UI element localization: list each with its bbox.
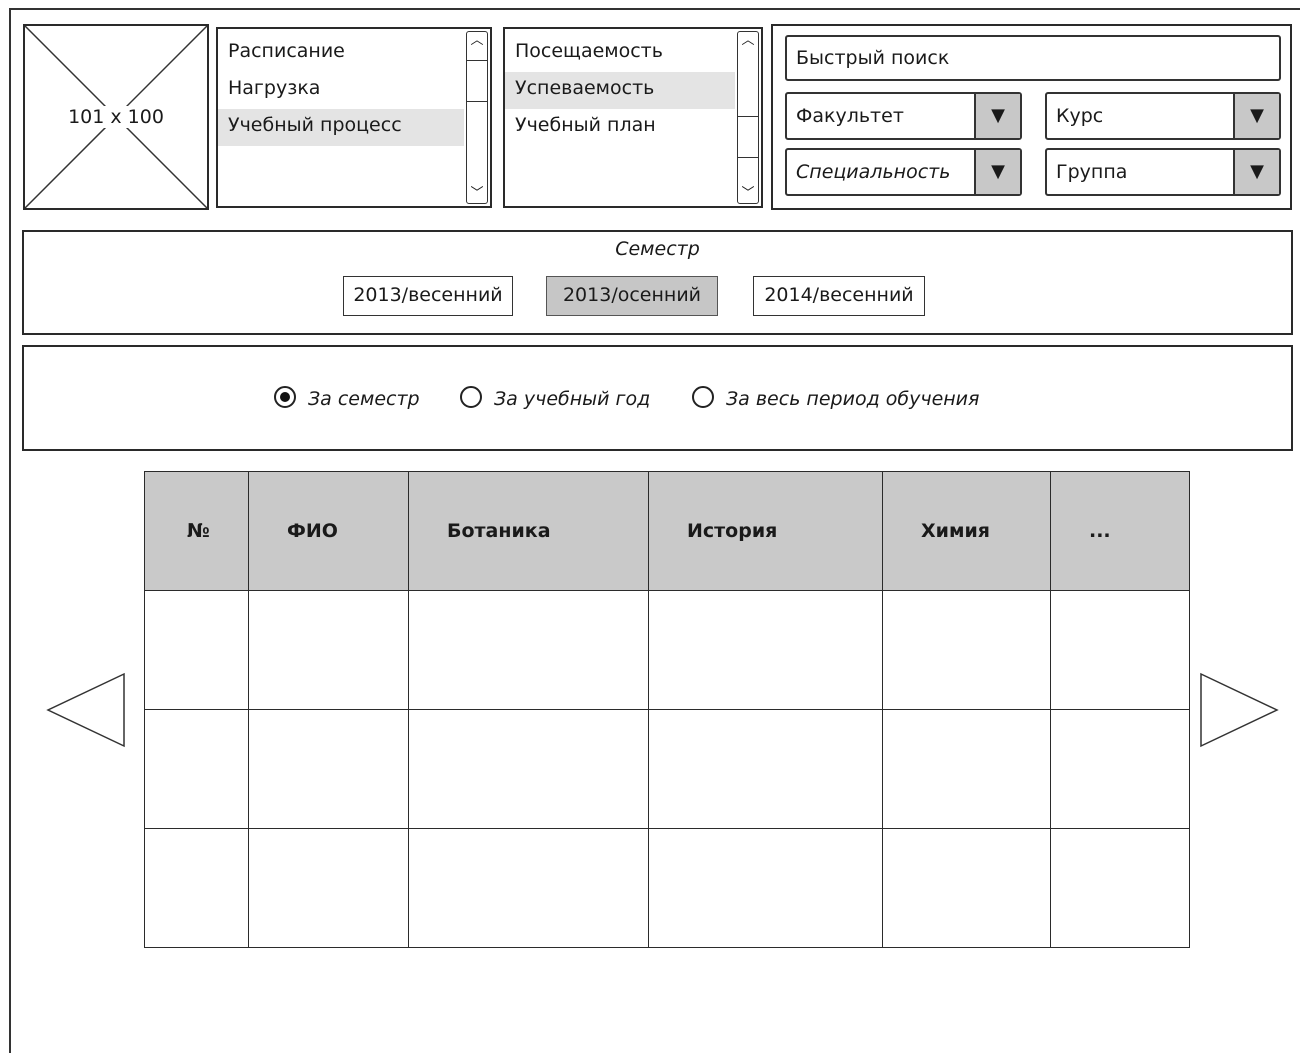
scroll-thumb[interactable] (466, 60, 488, 102)
semester-button-2014-spring[interactable]: 2014/весенний (753, 276, 925, 316)
next-arrow-icon[interactable] (1197, 670, 1281, 750)
grades-table: № ФИО Ботаника История Химия ... (144, 471, 1190, 948)
previous-arrow-icon[interactable] (44, 670, 128, 750)
main-menu-item-load[interactable]: Нагрузка (218, 72, 464, 109)
semester-button-2013-autumn[interactable]: 2013/осенний (546, 276, 718, 316)
period-panel: За семестр За учебный год За весь период… (22, 345, 1293, 451)
column-header-history[interactable]: История (648, 471, 883, 591)
scroll-down-icon[interactable]: ﹀ (467, 187, 487, 201)
sub-menu-list[interactable]: Посещаемость Успеваемость Учебный план ︿… (503, 27, 763, 208)
period-radio-label: За весь период обучения (726, 388, 980, 410)
filter-panel: Быстрый поиск Факультет ▼ Курс ▼ Специал… (771, 24, 1292, 210)
scroll-up-icon[interactable]: ︿ (738, 34, 758, 48)
scroll-down-icon[interactable]: ﹀ (738, 187, 758, 201)
column-header-chemistry[interactable]: Химия (882, 471, 1051, 591)
column-header-name[interactable]: ФИО (248, 471, 409, 591)
table-row (144, 828, 1190, 948)
main-menu-list[interactable]: Расписание Нагрузка Учебный процесс ︿ ﹀ (216, 27, 492, 208)
chevron-down-icon[interactable]: ▼ (974, 150, 1020, 194)
column-header-botany[interactable]: Ботаника (408, 471, 649, 591)
table-row (144, 709, 1190, 829)
scroll-up-icon[interactable]: ︿ (467, 34, 487, 48)
quick-search-input[interactable]: Быстрый поиск (785, 35, 1281, 81)
specialty-select-label: Специальность (796, 161, 951, 183)
radio-checked-icon[interactable] (274, 386, 296, 408)
semester-panel: Семестр 2013/весенний 2013/осенний 2014/… (22, 230, 1293, 335)
faculty-select[interactable]: Факультет ▼ (785, 92, 1022, 140)
table-header-row: № ФИО Ботаника История Химия ... (144, 471, 1190, 591)
group-select-label: Группа (1056, 161, 1128, 183)
main-menu-item-schedule[interactable]: Расписание (218, 35, 464, 72)
main-menu-scrollbar[interactable]: ︿ ﹀ (466, 31, 488, 204)
radio-unchecked-icon[interactable] (692, 386, 714, 408)
chevron-down-icon[interactable]: ▼ (1233, 150, 1279, 194)
table-row (144, 590, 1190, 710)
logo-image-placeholder: 101 x 100 (23, 24, 209, 210)
sub-menu-item-performance[interactable]: Успеваемость (505, 72, 735, 109)
column-header-number[interactable]: № (144, 471, 249, 591)
scroll-thumb[interactable] (737, 116, 759, 158)
semester-title: Семестр (615, 238, 700, 260)
sub-menu-scrollbar[interactable]: ︿ ﹀ (737, 31, 759, 204)
specialty-select[interactable]: Специальность ▼ (785, 148, 1022, 196)
radio-unchecked-icon[interactable] (460, 386, 482, 408)
sub-menu-item-attendance[interactable]: Посещаемость (505, 35, 735, 72)
column-header-more[interactable]: ... (1050, 471, 1190, 591)
period-radio-label: За учебный год (494, 388, 651, 410)
semester-button-2013-spring[interactable]: 2013/весенний (343, 276, 513, 316)
placeholder-size-label: 101 x 100 (65, 106, 167, 128)
course-select[interactable]: Курс ▼ (1045, 92, 1281, 140)
period-radio-label: За семестр (308, 388, 420, 410)
faculty-select-label: Факультет (796, 105, 904, 127)
group-select[interactable]: Группа ▼ (1045, 148, 1281, 196)
chevron-down-icon[interactable]: ▼ (974, 94, 1020, 138)
main-menu-item-edu-process[interactable]: Учебный процесс (218, 109, 464, 146)
chevron-down-icon[interactable]: ▼ (1233, 94, 1279, 138)
course-select-label: Курс (1056, 105, 1104, 127)
sub-menu-item-curriculum[interactable]: Учебный план (505, 109, 735, 146)
